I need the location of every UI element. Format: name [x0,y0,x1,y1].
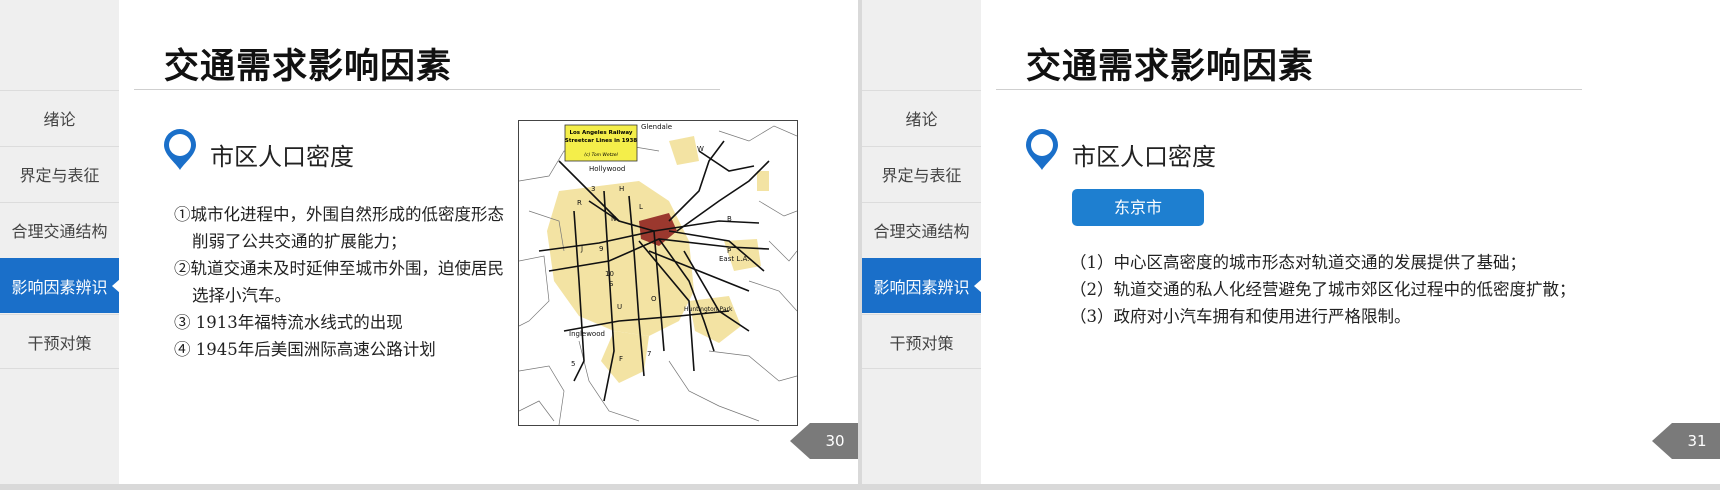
page-title: 交通需求影响因素 [1026,47,1315,87]
la-streetcar-map: Los Angeles Railway Streetcar Lines in 1… [518,120,798,426]
point-list: （1）中心区高密度的城市形态对轨道交通的发展提供了基础； （2）轨道交通的私人化… [1070,249,1710,330]
nav-item-definition[interactable]: 界定与表征 [0,146,119,201]
nav-item-measures[interactable]: 干预对策 [862,314,981,369]
map-label: U [617,303,622,311]
nav-item-label: 界定与表征 [881,166,962,185]
bullet-item: ②轨道交通未及时延伸至城市外围，迫使居民选择小汽车。 [174,259,504,305]
nav-item-label: 合理交通结构 [11,222,108,241]
nav-item-factors[interactable]: 影响因素辨识 [862,258,982,313]
nav-item-label: 界定与表征 [19,166,100,185]
map-label: 5 [571,360,575,368]
nav-item-label: 干预对策 [27,333,92,353]
map-label: O [651,295,657,303]
bullet-list: ①城市化进程中，外围自然形成的低密度形态削弱了公共交通的扩展能力； ②轨道交通未… [174,201,504,363]
section-heading: 市区人口密度 [210,143,354,171]
map-label: F [619,355,623,363]
map-credit: (c) Tom Wetzel [584,152,618,158]
section-heading: 市区人口密度 [1072,143,1216,171]
point-item: （1）中心区高密度的城市形态对轨道交通的发展提供了基础； [1070,253,1526,272]
location-pin-icon [164,129,196,170]
slide-30: 绪论 界定与表征 合理交通结构 影响因素辨识 干预对策 交通需求影响因素 市区人… [0,0,858,484]
map-label: S [609,280,614,288]
map-label: N [611,215,616,223]
map-label: 7 [647,350,651,358]
title-divider [996,89,1582,90]
page-number: 30 [825,432,845,450]
slide-31: 绪论 界定与表征 合理交通结构 影响因素辨识 干预对策 交通需求影响因素 市区人… [862,0,1720,484]
map-title: Los Angeles Railway [569,130,632,136]
point-item: （2）轨道交通的私人化经营避免了城市郊区化过程中的低密度扩散； [1070,280,1576,299]
nav-item-intro[interactable]: 绪论 [862,90,981,145]
nav-item-structure[interactable]: 合理交通结构 [0,202,119,257]
map-label: H [619,185,624,193]
map-label: B [727,215,732,223]
map-label: Huntington Park [684,306,733,313]
bullet-item: ④ 1945年后美国洲际高速公路计划 [174,340,436,359]
sidebar-nav: 绪论 界定与表征 合理交通结构 影响因素辨识 干预对策 [862,0,982,484]
nav-item-measures[interactable]: 干预对策 [0,314,119,369]
map-label: R [577,199,582,207]
map-label: P [727,247,731,255]
page-number-tab: 30 [790,423,858,459]
nav-item-label: 影响因素辨识 [873,277,970,297]
nav-item-factors[interactable]: 影响因素辨识 [0,258,120,313]
location-pin-icon [1026,129,1058,170]
nav-item-structure[interactable]: 合理交通结构 [862,202,981,257]
sidebar-nav: 绪论 界定与表征 合理交通结构 影响因素辨识 干预对策 [0,0,120,484]
nav-item-definition[interactable]: 界定与表征 [862,146,981,201]
map-label: L [639,203,643,211]
map-label: Hollywood [589,165,625,173]
point-item: （3）政府对小汽车拥有和使用进行严格限制。 [1070,307,1411,326]
map-label: Inglewood [569,330,605,338]
city-tag: 东京市 [1072,189,1204,226]
nav-item-label: 绪论 [43,110,76,129]
map-label: W [697,145,704,153]
nav-item-label: 绪论 [905,110,938,129]
map-label: Glendale [641,123,672,131]
page-number-tab: 31 [1652,423,1720,459]
title-divider [134,89,720,90]
nav-item-label: 影响因素辨识 [11,277,108,297]
bullet-item: ①城市化进程中，外围自然形成的低密度形态削弱了公共交通的扩展能力； [174,205,504,251]
nav-item-label: 合理交通结构 [873,222,970,241]
map-label: East L.A. [719,255,749,263]
map-label: 3 [591,185,595,193]
map-label: 10 [605,270,614,278]
map-graphic: Los Angeles Railway Streetcar Lines in 1… [519,123,797,425]
map-label: J [580,245,583,253]
bullet-item: ③ 1913年福特流水线式的出现 [174,313,403,332]
map-label: 9 [599,245,603,253]
nav-item-intro[interactable]: 绪论 [0,90,119,145]
map-subtitle: Streetcar Lines in 1938 [565,138,637,144]
page-title: 交通需求影响因素 [164,47,453,87]
nav-item-label: 干预对策 [889,333,954,353]
page-number: 31 [1687,432,1707,450]
